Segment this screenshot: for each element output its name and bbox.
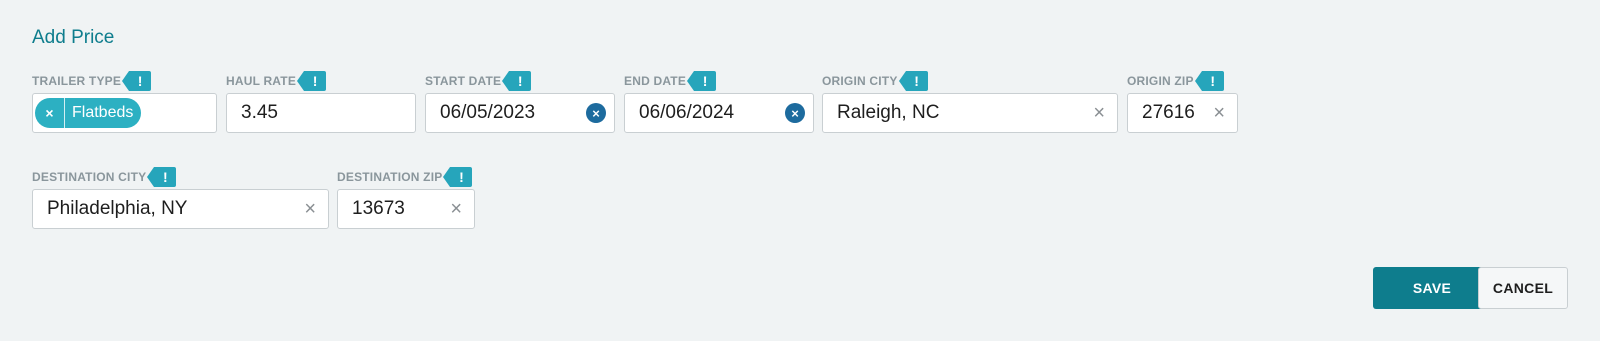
add-price-title: Add Price (32, 27, 115, 48)
destination-city-field: DESTINATION CITY ! Philadelphia, NY × (32, 166, 329, 229)
end-date-input[interactable]: 06/06/2024 × (624, 93, 814, 133)
start-date-input[interactable]: 06/05/2023 × (425, 93, 615, 133)
destination-zip-field: DESTINATION ZIP ! 13673 × (337, 166, 475, 229)
exclamation-flag-icon[interactable]: ! (297, 71, 327, 91)
clear-date-icon[interactable]: × (785, 103, 805, 123)
end-date-label: END DATE (624, 74, 687, 88)
start-date-value: 06/05/2023 (440, 102, 536, 123)
origin-zip-input[interactable]: 27616 × (1127, 93, 1238, 133)
origin-city-value: Raleigh, NC (837, 102, 940, 123)
end-date-field: END DATE ! 06/06/2024 × (624, 70, 814, 133)
exclamation-flag-icon[interactable]: ! (122, 71, 152, 91)
haul-rate-value: 3.45 (241, 102, 278, 123)
destination-zip-value: 13673 (352, 198, 405, 219)
haul-rate-field: HAUL RATE ! 3.45 (226, 70, 416, 133)
destination-city-input[interactable]: Philadelphia, NY × (32, 189, 329, 229)
clear-icon[interactable]: × (450, 199, 462, 219)
cancel-button[interactable]: CANCEL (1478, 267, 1568, 309)
save-button[interactable]: SAVE (1373, 267, 1491, 309)
exclamation-flag-icon[interactable]: ! (502, 71, 532, 91)
exclamation-flag-icon[interactable]: ! (898, 71, 928, 91)
origin-city-field: ORIGIN CITY ! Raleigh, NC × (822, 70, 1118, 133)
clear-icon[interactable]: × (1093, 103, 1105, 123)
start-date-label: START DATE (425, 74, 502, 88)
exclamation-flag-icon[interactable]: ! (687, 71, 717, 91)
clear-icon[interactable]: × (304, 199, 316, 219)
clear-date-icon[interactable]: × (586, 103, 606, 123)
origin-zip-label: ORIGIN ZIP (1127, 74, 1194, 88)
trailer-type-field: TRAILER TYPE ! × Flatbeds (32, 70, 217, 133)
exclamation-flag-icon[interactable]: ! (443, 167, 473, 187)
origin-zip-value: 27616 (1142, 102, 1195, 123)
destination-zip-input[interactable]: 13673 × (337, 189, 475, 229)
exclamation-flag-icon[interactable]: ! (1194, 71, 1224, 91)
trailer-type-select[interactable]: × Flatbeds (32, 93, 217, 133)
clear-icon[interactable]: × (1213, 103, 1225, 123)
haul-rate-input[interactable]: 3.45 (226, 93, 416, 133)
origin-city-label: ORIGIN CITY (822, 74, 898, 88)
flatbeds-chip: × Flatbeds (35, 98, 142, 128)
end-date-value: 06/06/2024 (639, 102, 735, 123)
trailer-type-label: TRAILER TYPE (32, 74, 122, 88)
chip-remove-icon[interactable]: × (35, 98, 65, 128)
origin-city-input[interactable]: Raleigh, NC × (822, 93, 1118, 133)
exclamation-flag-icon[interactable]: ! (147, 167, 177, 187)
destination-city-value: Philadelphia, NY (47, 198, 188, 219)
haul-rate-label: HAUL RATE (226, 74, 297, 88)
chip-label: Flatbeds (72, 104, 134, 121)
destination-city-label: DESTINATION CITY (32, 170, 147, 184)
start-date-field: START DATE ! 06/05/2023 × (425, 70, 615, 133)
destination-zip-label: DESTINATION ZIP (337, 170, 443, 184)
origin-zip-field: ORIGIN ZIP ! 27616 × (1127, 70, 1238, 133)
